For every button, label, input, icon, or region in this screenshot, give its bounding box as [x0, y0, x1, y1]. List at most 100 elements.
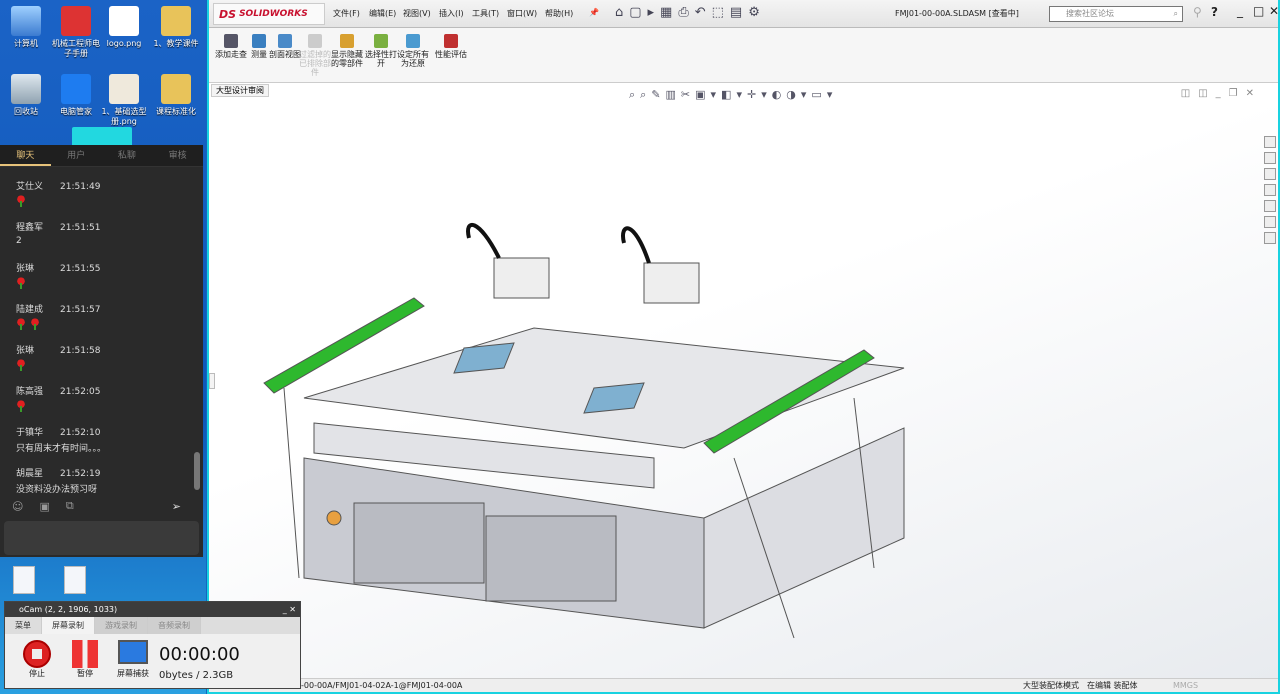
send-icon[interactable]: ➢ [172, 500, 181, 513]
rose-icon [16, 359, 26, 371]
command-button[interactable]: 性能评估 [435, 34, 467, 59]
command-icon [224, 34, 238, 48]
menu-file[interactable]: 文件(F) [333, 8, 360, 19]
search-community-input[interactable]: 搜索社区论坛 ⌕ [1049, 6, 1183, 22]
assembly-model[interactable] [254, 198, 954, 678]
desktop-icon-recycle-bin[interactable]: 回收站 [0, 74, 52, 117]
screenshot-icon[interactable]: ⧉ [66, 499, 74, 513]
menu-insert[interactable]: 插入(I) [439, 8, 464, 19]
icon-label: 1、教学课件 [153, 39, 199, 48]
chat-input[interactable] [4, 521, 199, 555]
help-icon[interactable]: ? [1211, 5, 1218, 19]
command-icon [252, 34, 266, 48]
capture-label: 屏幕捕获 [117, 669, 149, 678]
command-button[interactable]: 显示隐藏的零部件 [331, 34, 363, 68]
tab-users[interactable]: 用户 [51, 145, 102, 166]
icon-label: 机械工程师电子手册 [52, 39, 100, 58]
graphics-area[interactable]: ⌕⌕✎▥✂▣▾◧▾✛▾◐◑▾▭▾ ◫◫_❐✕ [209, 88, 1278, 680]
sender-name: 艾仕义 [16, 182, 44, 192]
message-list: 艾仕义 21:51:49 程鑫军 21:51:51 2 张琳 21:51:55 陆建成 21:5… [0, 167, 203, 507]
pause-button[interactable]: 暂停 [65, 640, 105, 679]
chat-message: 张琳 21:51:58 [0, 343, 203, 384]
screen-capture-button[interactable]: 屏幕捕获 [113, 640, 153, 679]
logo-text: SOLIDWORKS [239, 9, 308, 19]
menu-window[interactable]: 窗口(W) [507, 8, 537, 19]
desktop-icon-manual[interactable]: 机械工程师电子手册 [50, 6, 102, 59]
user-icon[interactable]: ⚲ [1193, 5, 1202, 19]
command-manager: 添加走查 测量 剖面视图 过滤掉的已排除部件 显示隐藏的零部件 选择性打开 设定所有为还原性… [209, 28, 1278, 83]
chat-toolbar: ☺ ▣ ⧉ ➢ [0, 493, 203, 519]
command-label: 选择性打开 [365, 50, 397, 68]
tab-large-design-review[interactable]: 大型设计审阅 [211, 84, 269, 97]
desktop-file-icon[interactable] [64, 566, 86, 594]
command-button[interactable]: 选择性打开 [365, 34, 397, 68]
tab-chat[interactable]: 聊天 [0, 145, 51, 166]
desktop-icon-pc-manager[interactable]: 电脑管家 [50, 74, 102, 117]
chat-scrollbar[interactable] [194, 452, 200, 490]
quick-access-toolbar[interactable]: ⌂▢▸▦⎙↶⬚▤⚙ [615, 5, 766, 20]
pin-icon[interactable]: 📌 [589, 8, 599, 17]
rose-icon [16, 318, 26, 330]
tab-audio-record[interactable]: 音频录制 [148, 617, 201, 634]
icon-label: 1、基础选型册.png [101, 107, 147, 126]
maximize-button[interactable]: □ [1253, 4, 1264, 18]
task-pane-forum-icon[interactable] [1264, 232, 1276, 244]
task-pane-appearances-icon[interactable] [1264, 200, 1276, 212]
tab-review[interactable]: 审核 [152, 145, 203, 166]
heads-up-view-toolbar[interactable]: ⌕⌕✎▥✂▣▾◧▾✛▾◐◑▾▭▾ [629, 88, 837, 102]
tab-game-record[interactable]: 游戏录制 [95, 617, 148, 634]
stop-label: 停止 [29, 669, 45, 678]
desktop-file-icon[interactable] [13, 566, 35, 594]
sender-name: 陆建成 [16, 305, 44, 315]
command-button[interactable]: 过滤掉的已排除部件 [299, 34, 331, 77]
viewport-window-controls[interactable]: ◫◫_❐✕ [1181, 88, 1262, 99]
menu-edit[interactable]: 编辑(E) [369, 8, 396, 19]
monitor-icon [118, 640, 148, 664]
sender-name: 于镇华 [16, 428, 44, 438]
task-pane-explorer-icon[interactable] [1264, 184, 1276, 196]
task-pane-library-icon[interactable] [1264, 168, 1276, 180]
task-pane-resources-icon[interactable] [1264, 152, 1276, 164]
units-selector[interactable]: MMGS [1173, 679, 1198, 692]
task-pane-home-icon[interactable] [1264, 136, 1276, 148]
emoji-icon[interactable]: ☺ [12, 500, 23, 513]
command-label: 显示隐藏的零部件 [331, 50, 363, 68]
search-icon[interactable]: ⌕ [1174, 7, 1178, 21]
desktop-icon-folder-course[interactable]: 课程标准化 [150, 74, 202, 117]
desktop-icon-folder-courseware[interactable]: 1、教学课件 [150, 6, 202, 49]
ocam-close-button[interactable]: _ ✕ [283, 602, 296, 617]
tab-private[interactable]: 私聊 [102, 145, 153, 166]
rose-icon [16, 400, 26, 412]
stop-icon [23, 640, 51, 668]
desktop-icon-computer[interactable]: 计算机 [0, 6, 52, 49]
command-label: 剖面视图 [269, 50, 301, 59]
image-icon[interactable]: ▣ [39, 500, 49, 513]
menu-view[interactable]: 视图(V) [403, 8, 431, 19]
stop-button[interactable]: 停止 [17, 640, 57, 679]
task-pane-properties-icon[interactable] [1264, 216, 1276, 228]
menu-tools[interactable]: 工具(T) [472, 8, 499, 19]
pause-label: 暂停 [77, 669, 93, 678]
desktop-icon-logo[interactable]: logo.png [98, 6, 150, 49]
rose-icon [16, 277, 26, 289]
solidworks-window: DS SOLIDWORKS 文件(F) 编辑(E) 视图(V) 插入(I) 工具(… [207, 0, 1280, 694]
command-icon [308, 34, 322, 48]
minimize-button[interactable]: _ [1237, 4, 1243, 18]
menu-help[interactable]: 帮助(H) [545, 8, 573, 19]
icon-label: 课程标准化 [156, 107, 196, 116]
ocam-titlebar[interactable]: oCam (2, 2, 1906, 1033) _ ✕ [5, 602, 300, 617]
chat-handle[interactable] [72, 127, 132, 145]
command-button[interactable]: 设定所有为还原 [397, 34, 429, 68]
chat-message: 陈高强 21:52:05 [0, 384, 203, 425]
feature-tree-toggle[interactable] [209, 373, 215, 389]
desktop-icon-selection-book[interactable]: 1、基础选型册.png [98, 74, 150, 127]
document-title: FMJ01-00-00A.SLDASM [查看中] [895, 9, 1019, 18]
message-time: 21:51:55 [60, 264, 101, 274]
command-button[interactable]: 剖面视图 [269, 34, 301, 59]
chat-message: 于镇华 21:52:10 只有周末才有时间。。。 [0, 425, 203, 466]
close-button[interactable]: ✕ [1269, 4, 1279, 18]
solidworks-logo[interactable]: DS SOLIDWORKS [213, 3, 325, 25]
tab-screen-record[interactable]: 屏幕录制 [42, 617, 95, 634]
icon-label: 电脑管家 [60, 107, 92, 116]
tab-menu[interactable]: 菜单 [5, 617, 42, 634]
